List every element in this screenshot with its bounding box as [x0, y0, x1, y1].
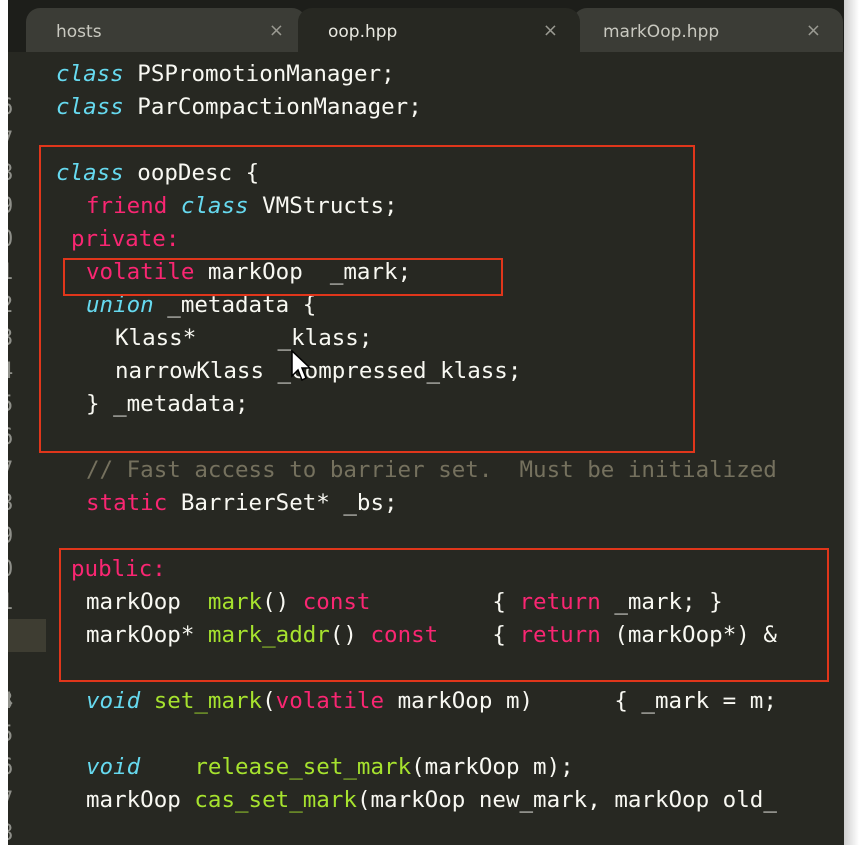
- keyword: class: [56, 61, 124, 87]
- tab-oop-hpp-close-icon[interactable]: ×: [543, 20, 558, 41]
- keyword: volatile: [275, 688, 385, 714]
- code-line: 8 markOop cas_set_mark(markOop new_mark,…: [8, 784, 844, 845]
- code-line: 7 class ParCompactionManager;: [8, 91, 844, 153]
- code-line: 6 class PSPromotionManager;: [8, 58, 844, 120]
- code-text: (markOop new_mark, markOop old_: [356, 787, 777, 813]
- code-line: 8 // Fast access to barrier set. Must be…: [8, 454, 844, 516]
- tab-oop-hpp-label: oop.hpp: [328, 22, 398, 42]
- tab-hosts-label: hosts: [56, 22, 102, 42]
- code-line: 9 static BarrierSet* _bs;: [8, 487, 844, 549]
- code-text: BarrierSet* _bs;: [167, 490, 398, 516]
- code-line: 9: [8, 817, 844, 845]
- function-name: set_mark: [153, 688, 263, 714]
- tab-bar: hosts × markOop.hpp × oop.hpp ×: [8, 0, 844, 52]
- tab-hosts[interactable]: hosts ×: [26, 8, 306, 52]
- tab-markoop-hpp-close-icon[interactable]: ×: [806, 20, 821, 41]
- code-text: (: [262, 688, 276, 714]
- code-text: PSPromotionManager;: [123, 61, 395, 87]
- tab-markoop-hpp[interactable]: markOop.hpp ×: [573, 8, 843, 52]
- keyword: static: [86, 490, 168, 516]
- mouse-pointer-icon: [291, 350, 312, 382]
- keyword: class: [56, 94, 124, 120]
- tab-hosts-close-icon[interactable]: ×: [269, 20, 284, 41]
- editor-window: hosts × markOop.hpp × oop.hpp × 6 class …: [8, 0, 844, 845]
- code-text: markOop: [86, 787, 195, 813]
- code-text: (markOop m);: [411, 754, 574, 780]
- code-comment: // Fast access to barrier set. Must be i…: [86, 457, 777, 483]
- code-line: 5 void set_mark(volatile markOop m) { _m…: [8, 685, 844, 747]
- function-name: release_set_mark: [194, 754, 412, 780]
- keyword: void: [86, 688, 141, 714]
- code-text: markOop m) { _mark = m;: [384, 688, 777, 714]
- code-line: 7 void release_set_mark(markOop m);: [8, 751, 844, 813]
- code-text: ParCompactionManager;: [123, 94, 422, 120]
- annotation-box-mark: [63, 258, 503, 296]
- function-name: cas_set_mark: [194, 787, 357, 813]
- code-line: 6: [8, 718, 844, 780]
- annotation-box-public: [59, 548, 829, 682]
- current-line-highlight: [8, 619, 46, 652]
- window-edge-shadow: [844, 0, 859, 845]
- annotation-box-class: [39, 145, 695, 453]
- keyword: void: [86, 754, 141, 780]
- tab-oop-hpp[interactable]: oop.hpp ×: [298, 8, 580, 52]
- tab-markoop-hpp-label: markOop.hpp: [603, 22, 720, 42]
